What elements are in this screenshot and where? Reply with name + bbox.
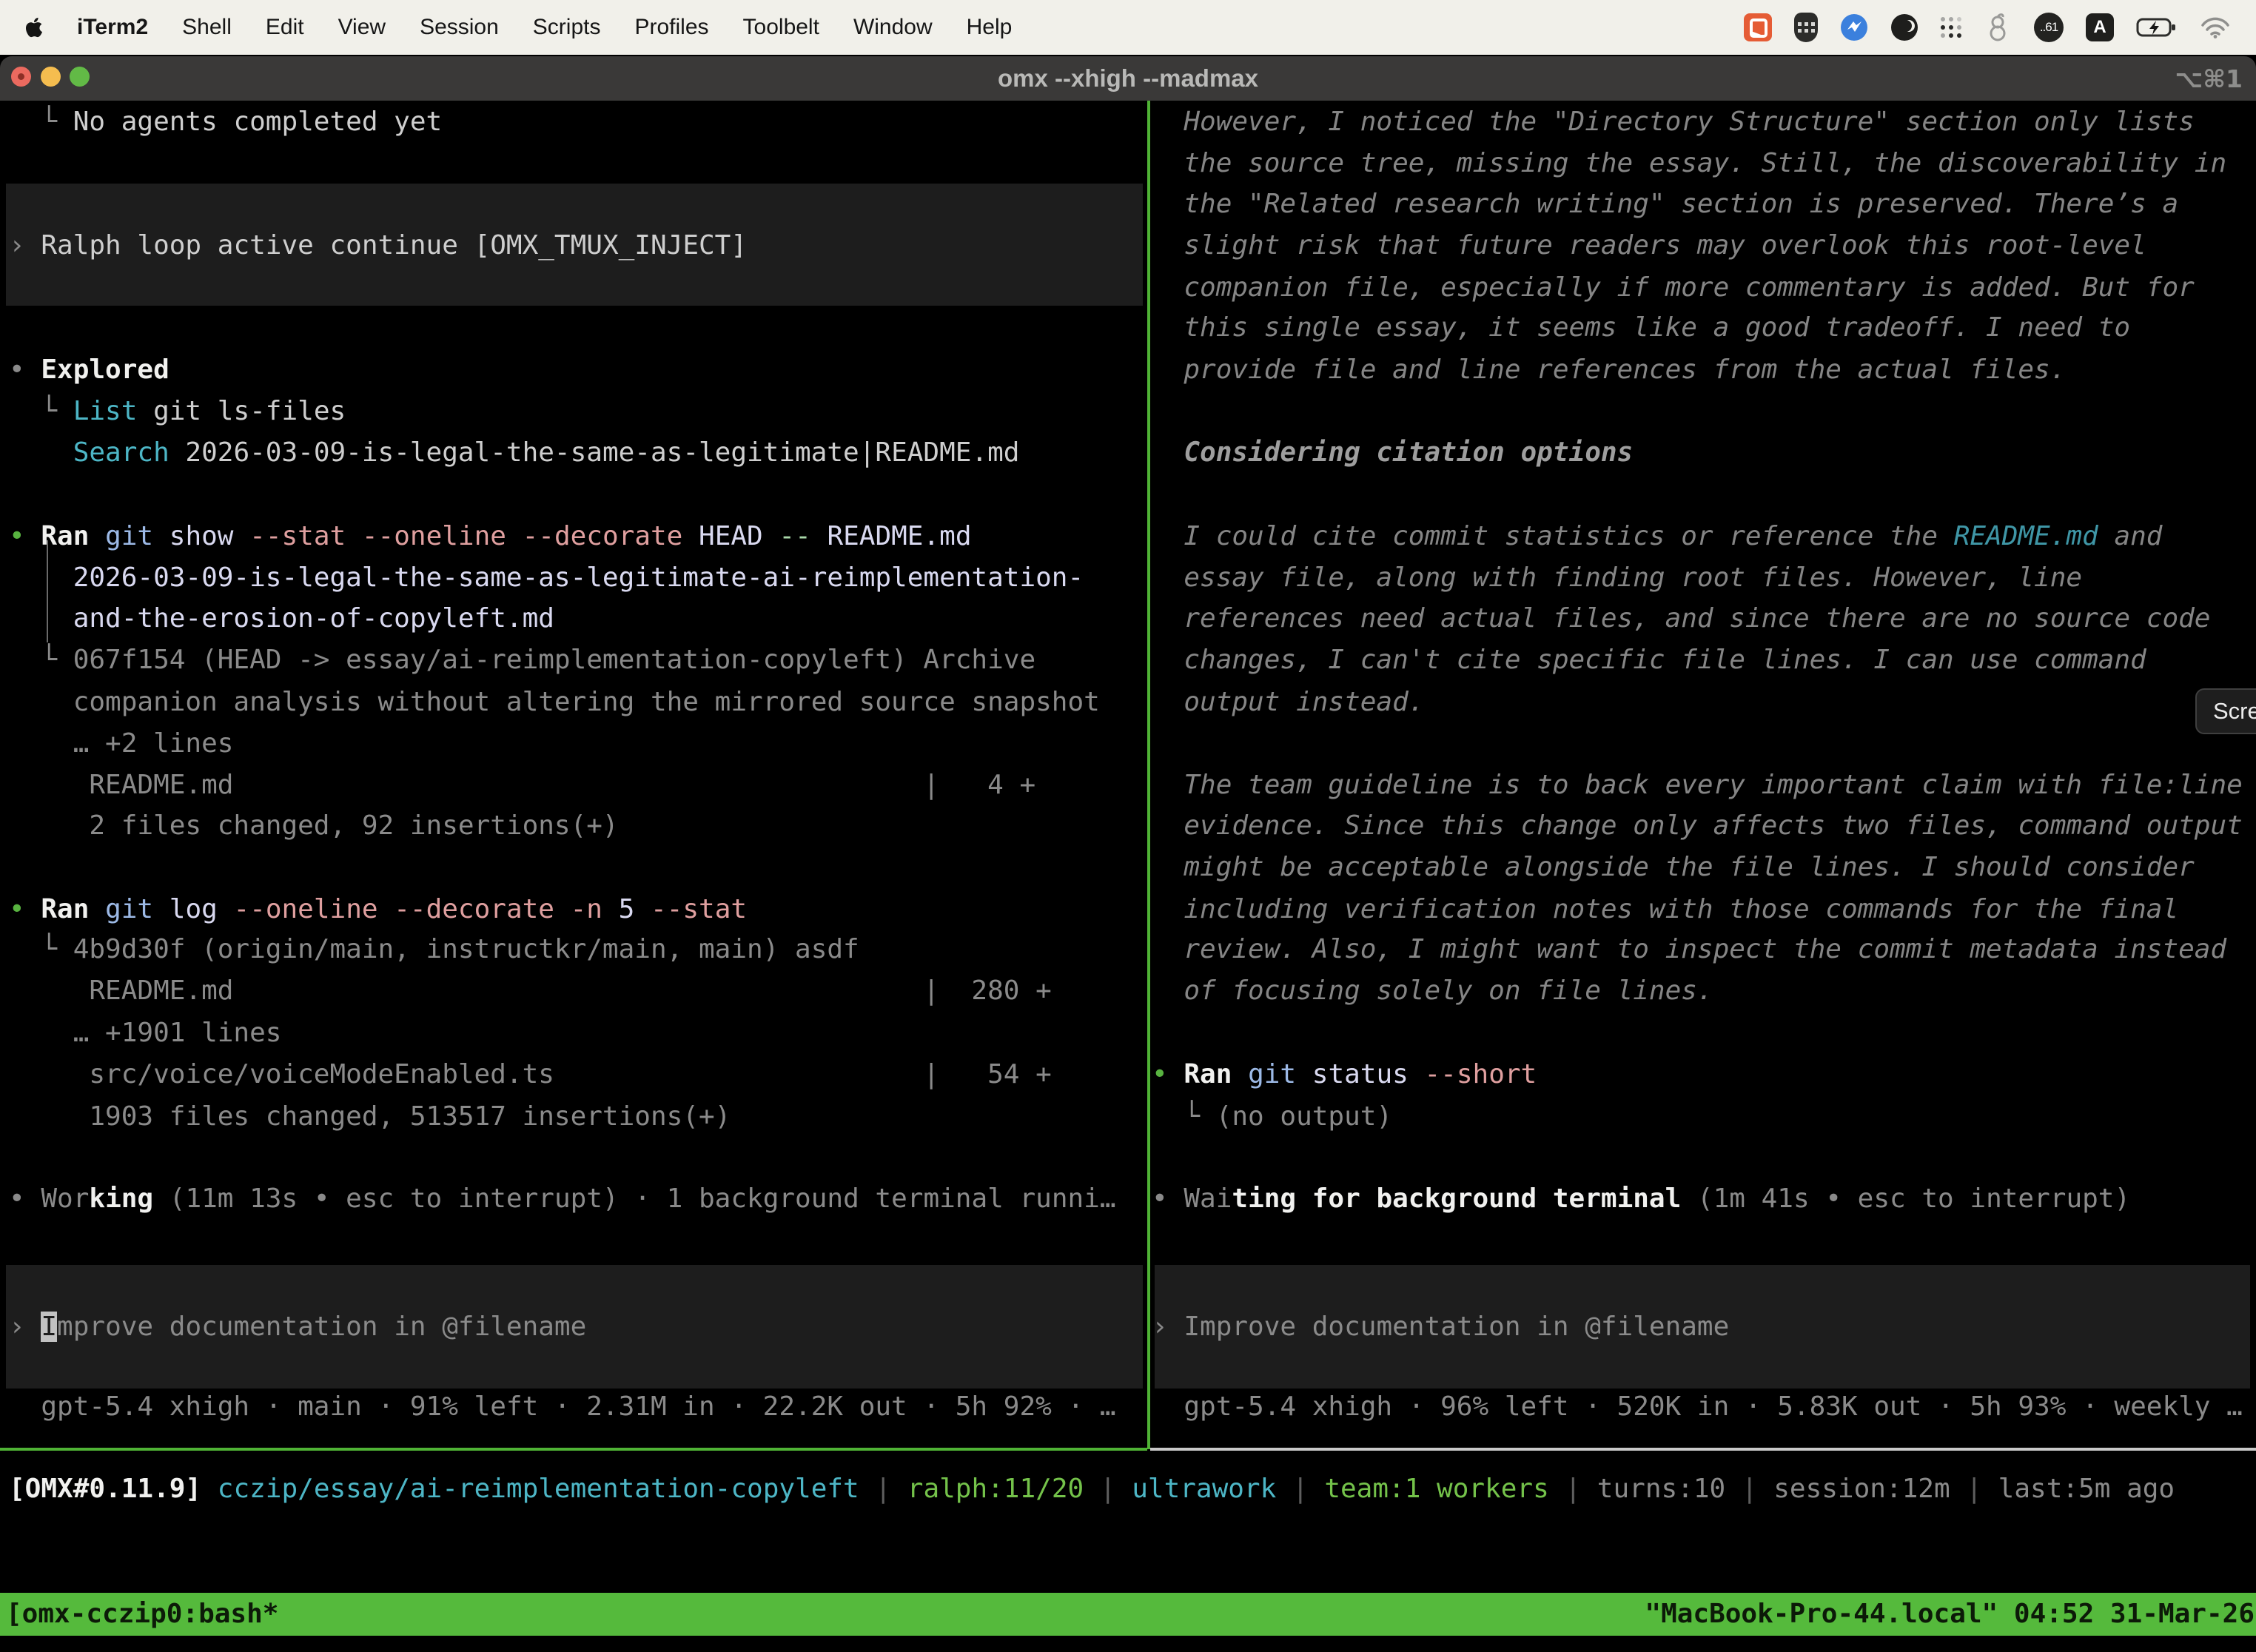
- text-segment: cczip/essay/ai-reimplementation-copyleft: [218, 1474, 859, 1504]
- text-segment: |: [1549, 1474, 1597, 1504]
- text-segment: [201, 1474, 218, 1504]
- terminal-content: └ No agents completed yet› Ralph loop ac…: [0, 0, 2256, 1652]
- tooltip-text: Scre: [2213, 698, 2256, 725]
- tmux-host-clock: "MacBook-Pro-44.local" 04:52 31-Mar-26: [1645, 1593, 2256, 1636]
- text-segment: |: [1725, 1474, 1773, 1504]
- text-segment: session:12m: [1773, 1474, 1950, 1504]
- pane-divider[interactable]: [1147, 101, 1150, 1449]
- text-segment: |: [1950, 1474, 1998, 1504]
- text-segment: |: [1084, 1474, 1132, 1504]
- pane-border-bottom-left: [0, 1448, 1147, 1451]
- tmux-status-bar: [omx-cczip0:bash* "MacBook-Pro-44.local"…: [0, 1593, 2256, 1636]
- text-segment: ultrawork: [1132, 1474, 1276, 1504]
- text-segment: last:5m ago: [1998, 1474, 2175, 1504]
- text-segment: [OMX#0.11.9]: [9, 1474, 201, 1504]
- tmux-session-label: [omx-cczip0:bash*: [0, 1593, 278, 1636]
- screen-tooltip: Scre: [2195, 688, 2256, 734]
- text-segment: turns:10: [1597, 1474, 1725, 1504]
- tree-guide-line: [47, 540, 48, 642]
- text-segment: team:1 workers: [1324, 1474, 1548, 1504]
- text-segment: |: [1276, 1474, 1324, 1504]
- omx-status-line: [OMX#0.11.9] cczip/essay/ai-reimplementa…: [9, 0, 2252, 1652]
- text-segment: ralph:11/20: [907, 1474, 1084, 1504]
- omx-session-status: [OMX#0.11.9] cczip/essay/ai-reimplementa…: [9, 1468, 2175, 1510]
- text-segment: |: [859, 1474, 907, 1504]
- pane-border-bottom-right: [1150, 1448, 2256, 1451]
- screen: omx --xhigh --madmax ⌥⌘1 └ No agents com…: [0, 0, 2256, 1652]
